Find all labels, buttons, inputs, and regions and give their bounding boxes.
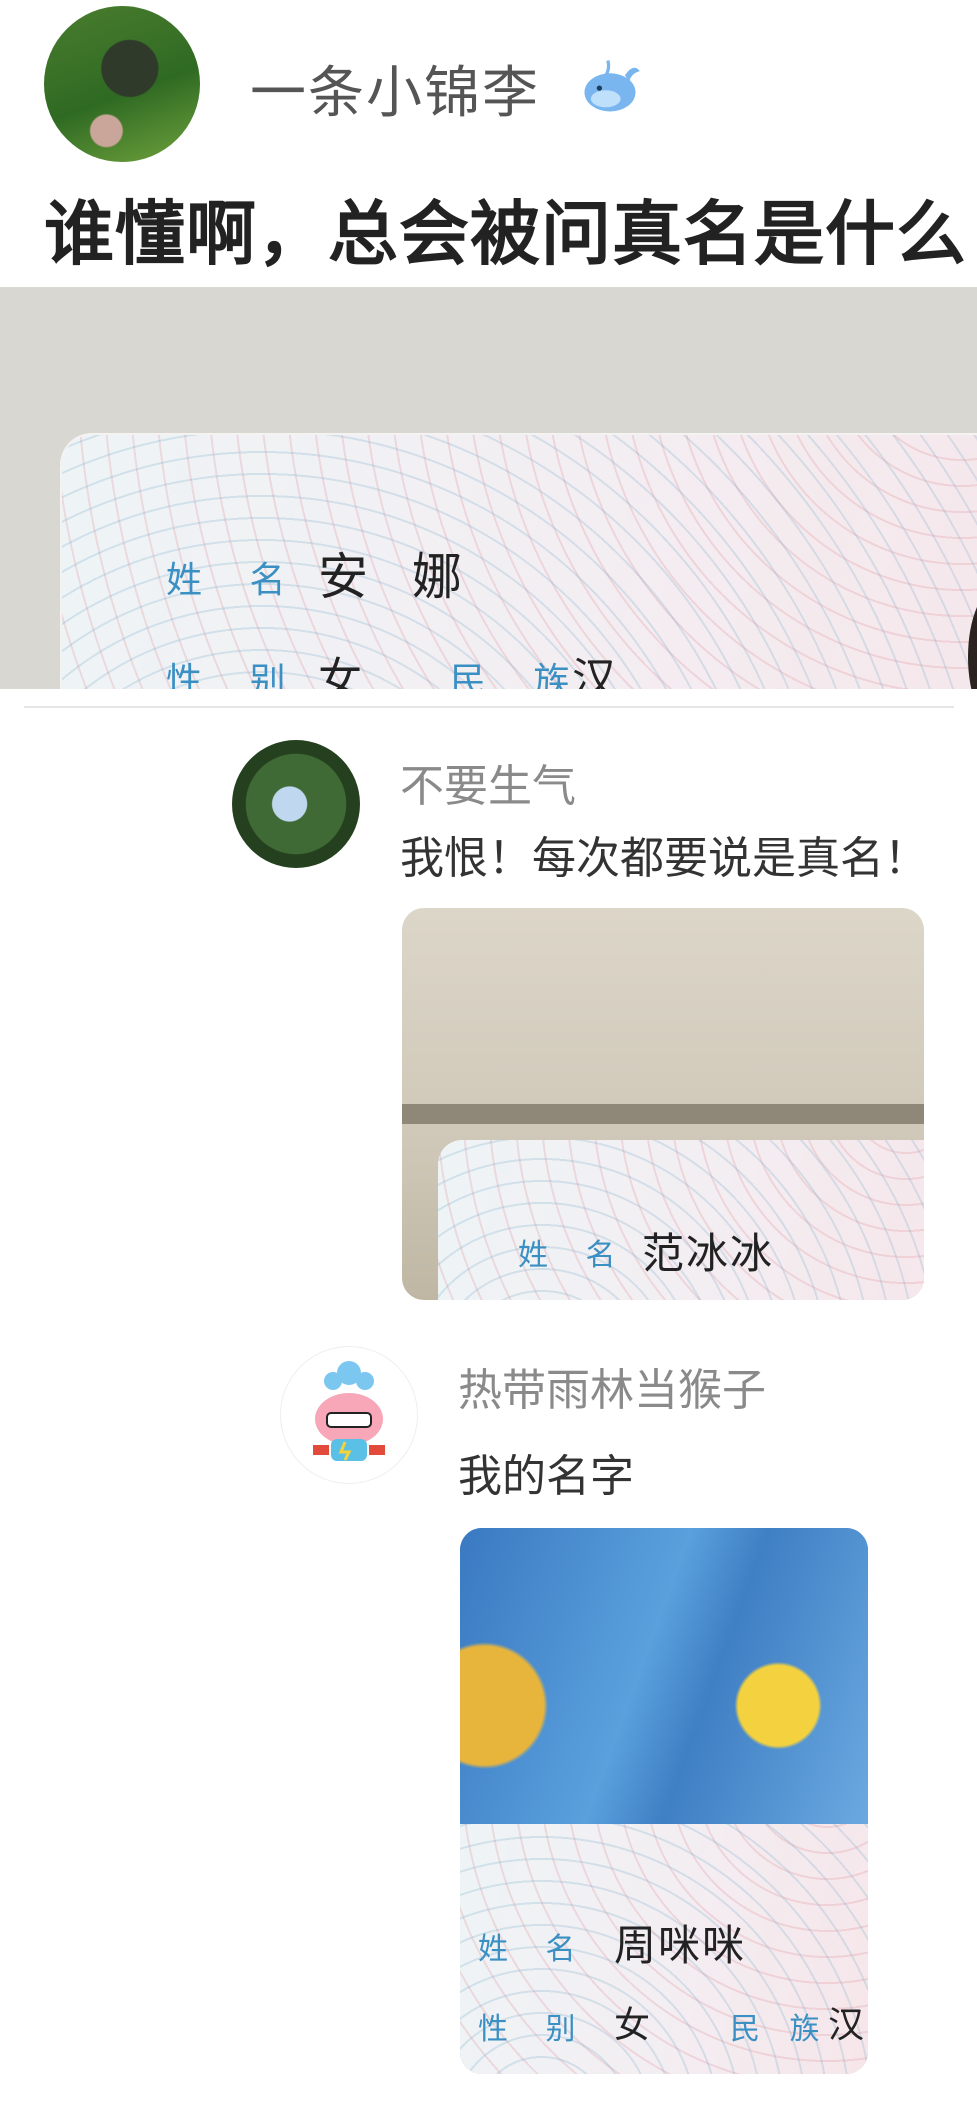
post-image[interactable]: 姓 名 安 娜 性 别 女 民 族 汉: [0, 287, 977, 689]
id-gender-value: 女: [318, 654, 362, 689]
id-ethnicity-value: 汉: [828, 2005, 865, 2046]
divider: [24, 706, 954, 708]
post-title: 谁懂啊，总会被问真名是什么: [44, 193, 967, 275]
id-name-label: 姓 名: [478, 1932, 590, 1967]
comment-username[interactable]: 不要生气: [400, 750, 576, 814]
id-ethnicity-value: 汉: [572, 654, 616, 689]
id-name-value: 安 娜: [318, 548, 476, 606]
monster-icon: [313, 1361, 385, 1461]
commenter-avatar[interactable]: [232, 740, 360, 868]
author-name[interactable]: 一条小锦李: [250, 48, 540, 129]
id-name-value: 周咪咪: [614, 1921, 747, 1970]
id-name-value: 范冰冰: [642, 1229, 775, 1278]
whale-icon: [584, 60, 640, 112]
id-ethnicity-label: 民 族: [450, 661, 588, 689]
frame-edge: [402, 1104, 924, 1124]
id-gender-label: 性 别: [478, 2012, 590, 2047]
comment-username[interactable]: 热带雨林当猴子: [458, 1354, 766, 1418]
fabric-background: [460, 1528, 868, 1824]
id-ethnicity-label: 民 族: [730, 2012, 830, 2047]
comment-text: 我恨！每次都要说是真名！: [400, 833, 928, 884]
author-avatar[interactable]: [44, 6, 200, 162]
id-name-label: 姓 名: [166, 560, 304, 601]
comment-image[interactable]: 姓 名 范冰冰: [402, 908, 924, 1300]
commenter-avatar[interactable]: [280, 1346, 418, 1484]
id-gender-value: 女: [614, 2005, 651, 2046]
comment-image[interactable]: 姓 名 周咪咪 性 别 女 民 族 汉: [460, 1528, 868, 2074]
comment-text: 我的名字: [458, 1451, 634, 1502]
id-name-label: 姓 名: [518, 1238, 630, 1273]
id-gender-label: 性 别: [166, 661, 304, 689]
